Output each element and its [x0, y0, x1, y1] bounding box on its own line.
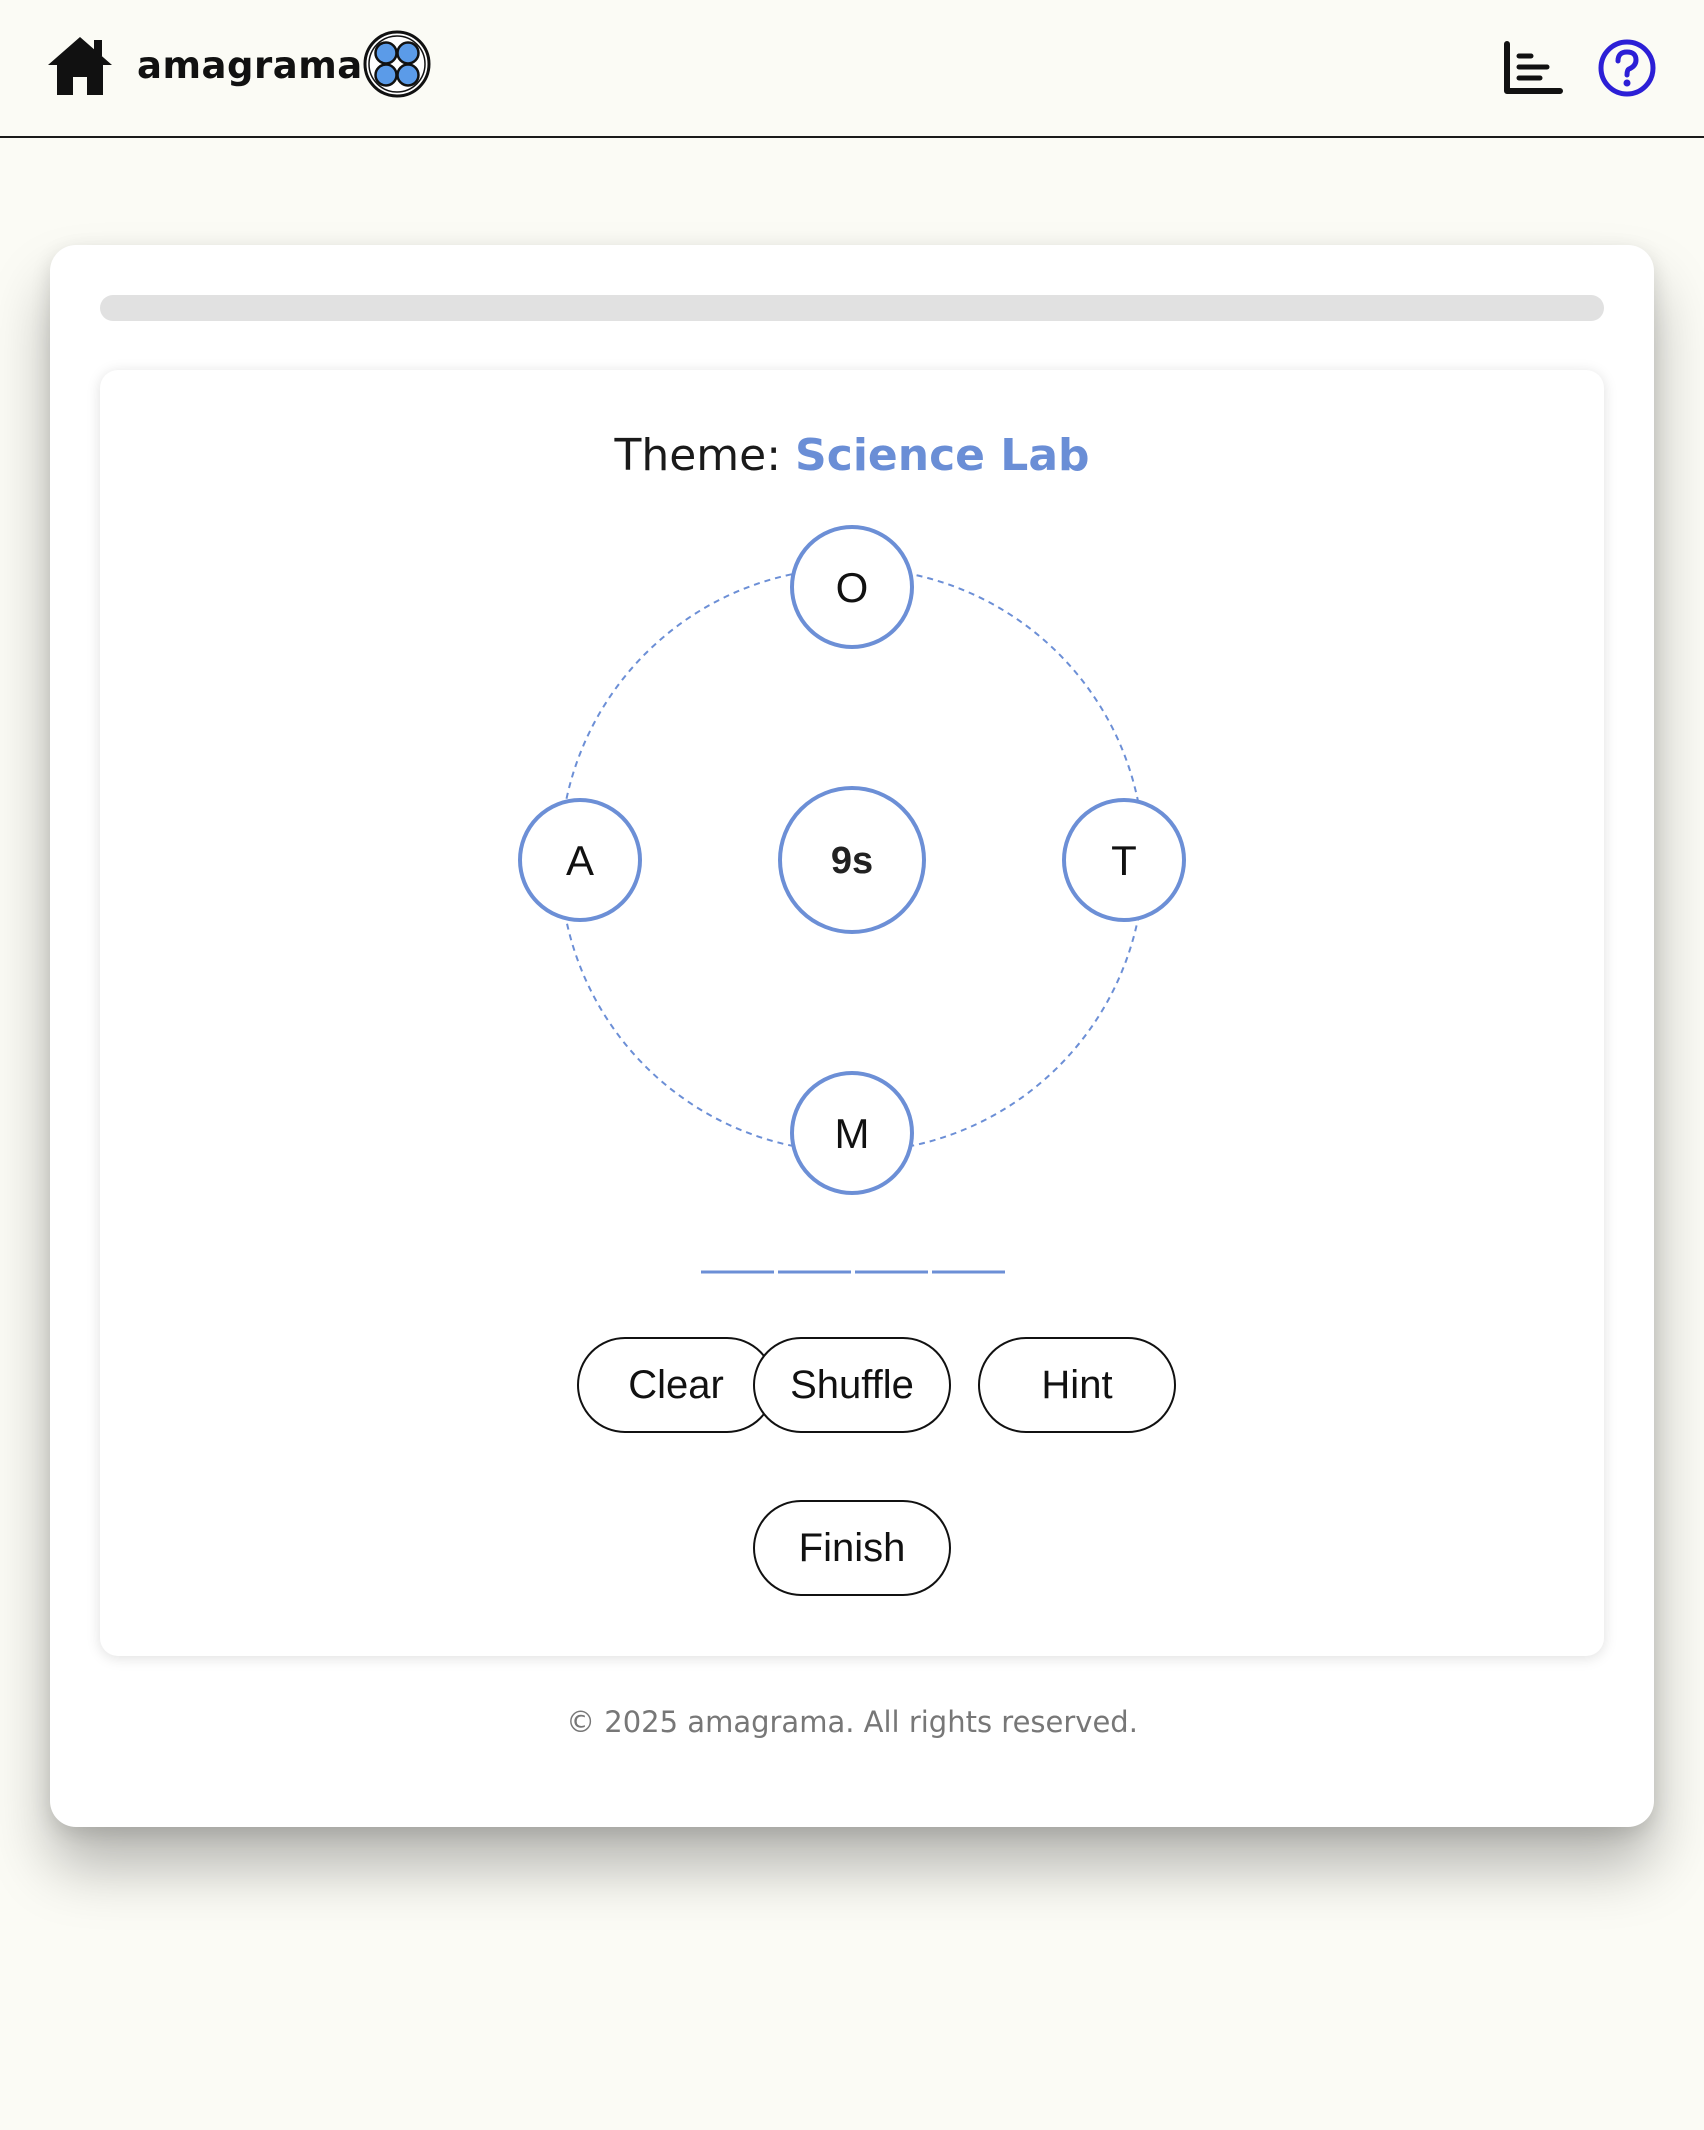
progress-bar [100, 295, 1604, 321]
letter-wheel: O T M A 9s [518, 525, 1186, 1274]
finish-button[interactable]: Finish [753, 1500, 951, 1596]
bar-chart-icon [1504, 41, 1563, 94]
help-button[interactable] [1597, 38, 1657, 98]
clear-button[interactable]: Clear [577, 1337, 775, 1433]
letter-tile-text: O [836, 564, 869, 611]
letter-tile-text: A [566, 837, 594, 884]
copyright-footer: © 2025 amagrama. All rights reserved. [566, 1705, 1138, 1739]
letter-tile-text: T [1111, 837, 1137, 884]
game-container: Theme: Science Lab O T M A 9s Clear Shuf… [50, 245, 1654, 1827]
brand-name[interactable]: amagrama [137, 44, 363, 87]
timer-text: 9s [831, 840, 873, 882]
letter-tile-m[interactable]: M [790, 1071, 914, 1195]
letter-tile-o[interactable]: O [790, 525, 914, 649]
shuffle-button[interactable]: Shuffle [753, 1337, 951, 1433]
home-button[interactable] [46, 34, 114, 98]
top-header: amagrama [0, 0, 1704, 138]
stats-button[interactable] [1503, 40, 1563, 96]
hint-button[interactable]: Hint [978, 1337, 1176, 1433]
timer-circle: 9s [778, 786, 926, 934]
letter-tile-t[interactable]: T [1062, 798, 1186, 922]
question-circle-icon [1598, 39, 1656, 97]
letter-tile-text: M [835, 1110, 870, 1157]
four-bubbles-logo-icon [362, 29, 432, 99]
letter-tile-a[interactable]: A [518, 798, 642, 922]
puzzle-card: Theme: Science Lab O T M A 9s Clear Shuf… [100, 370, 1604, 1656]
home-icon [48, 37, 112, 95]
